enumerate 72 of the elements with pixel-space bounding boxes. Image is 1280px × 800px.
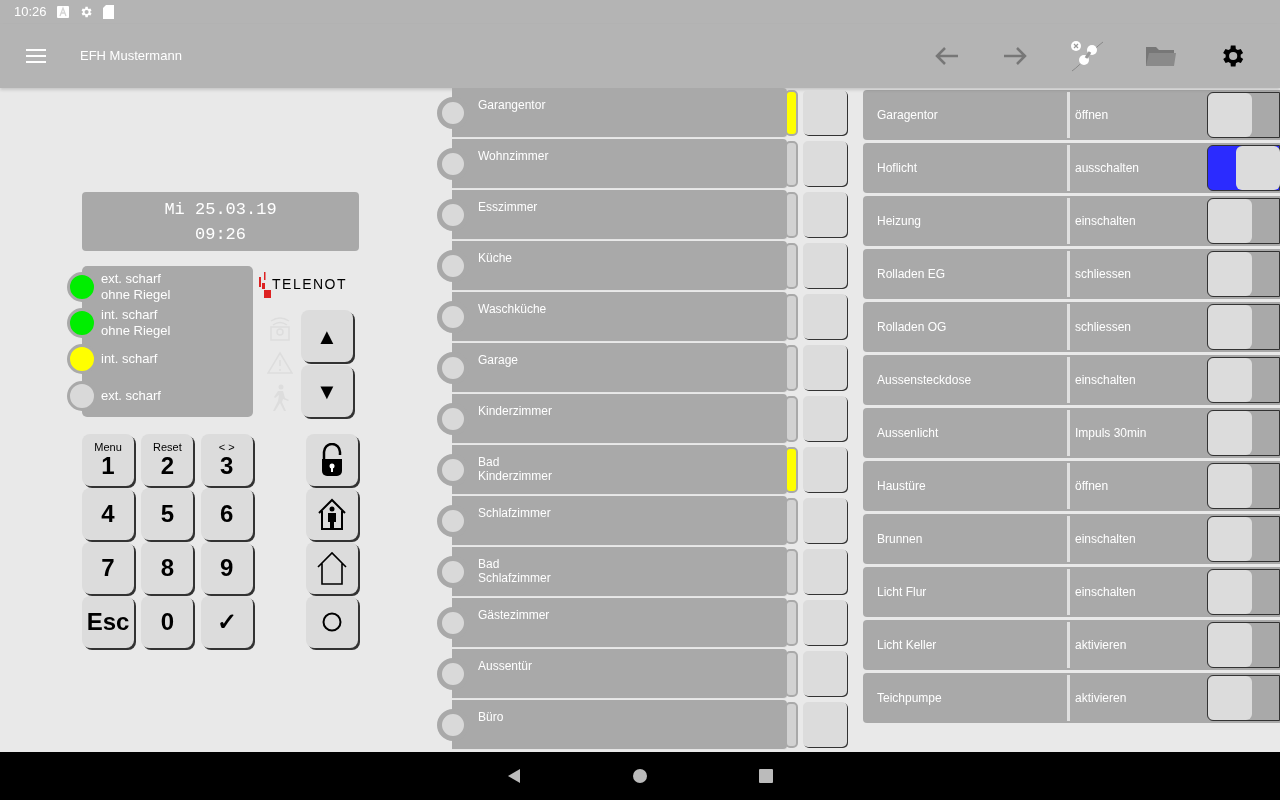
- switch-action: schliessen: [1074, 266, 1133, 283]
- house-person-icon: [317, 498, 347, 530]
- app-title: EFH Mustermann: [80, 47, 182, 66]
- toggle-switch[interactable]: [1207, 410, 1280, 456]
- switch-action: öffnen: [1074, 107, 1110, 124]
- mode-key[interactable]: [306, 434, 358, 486]
- led-label: ext. scharf: [101, 387, 161, 404]
- switch-name: Licht Keller: [876, 637, 938, 654]
- switch-name: Garagentor: [876, 107, 939, 124]
- switch-action: einschalten: [1074, 531, 1137, 548]
- switch-action: ausschalten: [1074, 160, 1141, 177]
- padlock-icon: [321, 443, 343, 477]
- home-icon[interactable]: [632, 768, 648, 784]
- switch-name: Haustüre: [876, 478, 927, 495]
- display-date: Mi 25.03.19: [164, 198, 277, 221]
- toggle-switch[interactable]: [1207, 198, 1280, 244]
- recents-icon[interactable]: [758, 768, 774, 784]
- switch-action: einschalten: [1074, 372, 1137, 389]
- led-label: int. scharf: [101, 350, 158, 367]
- keypad-key[interactable]: 5: [141, 488, 194, 540]
- keypad-key[interactable]: 8: [141, 542, 194, 594]
- keypad-key[interactable]: < > 3: [200, 434, 253, 486]
- keypad-key[interactable]: Esc: [82, 596, 134, 648]
- switch-name: Brunnen: [876, 531, 924, 548]
- switch-name: Teichpumpe: [876, 690, 943, 707]
- switch-name: Rolladen EG: [876, 266, 947, 283]
- circle-icon: [322, 612, 342, 632]
- keypad-key[interactable]: Menu 1: [82, 434, 134, 486]
- switch-name: Rolladen OG: [876, 319, 948, 336]
- keypad-key[interactable]: 0: [141, 596, 194, 648]
- toggle-switch[interactable]: [1207, 622, 1280, 668]
- font-icon: [56, 6, 69, 18]
- toggle-switch[interactable]: [1207, 145, 1280, 191]
- keypad-key[interactable]: Reset 2: [141, 434, 194, 486]
- toggle-switch[interactable]: [1207, 675, 1280, 721]
- keypad-key[interactable]: 4: [82, 488, 134, 540]
- switch-name: Heizung: [876, 213, 923, 230]
- switch-action: Impuls 30min: [1074, 425, 1148, 442]
- status-time: 10:26: [14, 3, 47, 22]
- keypad-key[interactable]: 6: [200, 488, 253, 540]
- switch-action: einschalten: [1074, 213, 1137, 230]
- sd-card-icon: [102, 5, 114, 19]
- toggle-switch[interactable]: [1207, 357, 1280, 403]
- switch-name: Aussenlicht: [876, 425, 940, 442]
- toggle-switch[interactable]: [1207, 463, 1280, 509]
- keypad-key[interactable]: 9: [200, 542, 253, 594]
- switch-action: aktivieren: [1074, 690, 1128, 707]
- switch-action: öffnen: [1074, 478, 1110, 495]
- switch-name: Hoflicht: [876, 160, 918, 177]
- toggle-switch[interactable]: [1207, 516, 1280, 562]
- arrow-key[interactable]: ▼: [301, 365, 353, 417]
- switch-name: Licht Flur: [876, 584, 928, 601]
- switch-action: aktivieren: [1074, 637, 1128, 654]
- toggle-switch[interactable]: [1207, 251, 1280, 297]
- back-icon[interactable]: [506, 768, 522, 784]
- toggle-switch[interactable]: [1207, 569, 1280, 615]
- led-label: int. scharf ohne Riegel: [101, 306, 171, 339]
- switch-name: Aussensteckdose: [876, 372, 973, 389]
- telenot-logo: TELENOT: [258, 266, 359, 302]
- display-time: 09:26: [195, 223, 246, 246]
- house-icon: [316, 551, 348, 585]
- switch-action: schliessen: [1074, 319, 1133, 336]
- keypad-key[interactable]: ✓: [200, 596, 253, 648]
- toggle-switch[interactable]: [1207, 92, 1280, 138]
- mode-key[interactable]: [306, 542, 358, 594]
- connection-icon[interactable]: [1070, 40, 1104, 72]
- toggle-switch[interactable]: [1207, 304, 1280, 350]
- mode-key[interactable]: [306, 596, 358, 648]
- keypad-key[interactable]: 7: [82, 542, 134, 594]
- mode-key[interactable]: [306, 488, 358, 540]
- arrow-key[interactable]: ▲: [301, 310, 353, 362]
- switch-action: einschalten: [1074, 584, 1137, 601]
